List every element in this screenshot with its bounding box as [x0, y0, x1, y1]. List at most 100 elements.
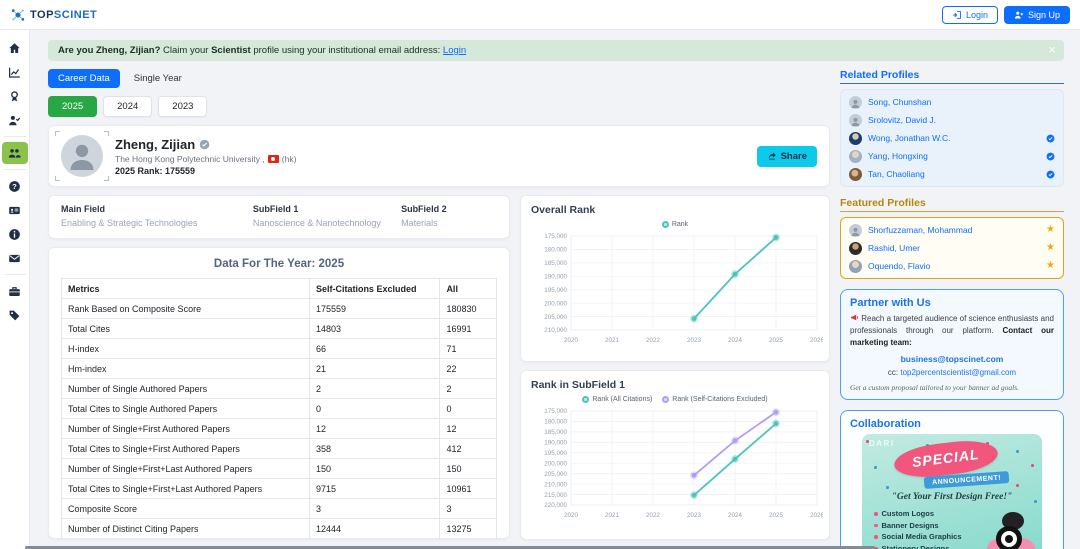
svg-text:2023: 2023	[687, 337, 702, 344]
profile-list-item[interactable]: Yang, Hongxing	[847, 147, 1057, 165]
login-button[interactable]: Login	[941, 5, 998, 24]
alert-close-icon[interactable]: ×	[1048, 43, 1056, 56]
svg-text:200,000: 200,000	[544, 460, 567, 467]
partner-cc-email-link[interactable]: top2percentscientist@gmail.com	[900, 368, 1016, 377]
avatar-photo	[849, 149, 862, 163]
svg-text:185,000: 185,000	[544, 429, 567, 436]
topscinet-logo[interactable]: TOPSCINET	[10, 7, 97, 23]
profile-list-item[interactable]: Song, Chunshan	[847, 93, 1057, 111]
chart-svg: 175,000 180,000 185,000 190,000 195,000 200,0…	[544, 233, 824, 344]
table-title: Data For The Year: 2025	[213, 258, 345, 270]
partner-email-link[interactable]: business@topscinet.com	[850, 354, 1054, 364]
alert-login-link[interactable]: Login	[443, 45, 466, 56]
table-cell: 12444	[308, 518, 441, 538]
avatar-photo	[849, 131, 862, 145]
main-content: Are you Zheng, Zijian? Claim your Scient…	[30, 30, 1080, 549]
avatar-photo	[849, 259, 862, 273]
sidebar-item-medal[interactable]	[2, 85, 28, 107]
table-row: Number of Single Authored Papers 2 2	[61, 378, 497, 399]
svg-text:190,000: 190,000	[544, 440, 567, 447]
profile-list-item[interactable]: Shorfuzzaman, Mohammad ★	[847, 221, 1057, 239]
profile-link[interactable]: Oquendo, Flavio	[868, 261, 930, 271]
featured-profiles-heading: Featured Profiles	[840, 197, 1064, 212]
year-button-2023[interactable]: 2023	[158, 96, 208, 117]
svg-text:2026: 2026	[810, 512, 823, 519]
sidebar-item-envelope[interactable]	[2, 247, 28, 269]
top-header: TOPSCINET Login Sign Up	[0, 0, 1080, 30]
svg-text:2023: 2023	[687, 512, 702, 519]
login-arrow-icon	[952, 10, 961, 19]
ad-bullet: Banner Designs	[874, 520, 962, 532]
sidebar-item-info-circle[interactable]	[2, 223, 28, 245]
profile-list-item[interactable]: Oquendo, Flavio ★	[847, 257, 1057, 275]
sidebar-item-users-group[interactable]	[1, 142, 28, 164]
table-row: Total Cites to Single+First+Last Authore…	[61, 478, 497, 499]
year-button-2024[interactable]: 2024	[103, 96, 153, 117]
tab-single-year[interactable]: Single Year	[124, 69, 192, 88]
right-rail: Related Profiles Song, Chunshan Srolovitz…	[840, 69, 1064, 549]
sidebar-item-question-circle[interactable]: ?	[2, 175, 28, 197]
sidebar-item-tags[interactable]	[2, 304, 28, 326]
sidebar-item-user-check[interactable]	[2, 109, 28, 131]
sidebar-item-line-chart[interactable]	[2, 61, 28, 83]
table-cell: 16991	[439, 318, 497, 339]
field-label: SubField 2	[401, 204, 447, 214]
avatar-placeholder-icon	[849, 223, 862, 237]
profile-link[interactable]: Rashid, Umer	[868, 243, 920, 253]
svg-text:210,000: 210,000	[544, 327, 567, 334]
profile-list-item[interactable]: Srolovitz, David J.	[847, 111, 1057, 129]
person-silhouette-icon	[70, 144, 94, 171]
column-header: Metrics	[61, 278, 310, 299]
ad-quote: "Get Your First Design Free!"	[891, 492, 1013, 502]
legend-marker	[661, 220, 669, 228]
legend-item[interactable]: Rank	[661, 220, 689, 228]
profile-link[interactable]: Tan, Chaoliang	[868, 169, 925, 179]
collaboration-ad-banner[interactable]: DARI SPECIAL ANNOUNCEMENT! "Get Your Fir…	[862, 434, 1042, 549]
signup-button[interactable]: Sign Up	[1003, 5, 1070, 24]
profile-list-item[interactable]: Tan, Chaoliang	[847, 165, 1057, 183]
country-code: (hk)	[281, 153, 297, 164]
chart-plot[interactable]: 175,000 180,000 185,000 190,000 195,000 200,0…	[529, 405, 824, 536]
atom-network-icon	[11, 8, 25, 21]
collaboration-heading: Collaboration	[850, 418, 921, 430]
table-cell: 10961	[439, 478, 497, 499]
table-body: Rank Based on Composite Score 175559 18083…	[61, 298, 497, 538]
legend-label: Rank	[671, 220, 689, 228]
scientist-name: Zheng, Zijian	[115, 136, 196, 152]
verified-check-icon	[1046, 152, 1055, 161]
metrics-table-card: Data For The Year: 2025 Metrics Self-Cita…	[48, 247, 510, 539]
featured-star-icon: ★	[1046, 242, 1055, 253]
table-cell: H-index	[61, 338, 310, 359]
profile-list-item[interactable]: Wong, Jonathan W.C.	[847, 129, 1057, 147]
legend-item[interactable]: Rank (All Citations)	[582, 395, 652, 403]
table-cell: 150	[308, 458, 441, 479]
profile-link[interactable]: Yang, Hongxing	[868, 151, 928, 161]
ad-bullet: Social Media Graphics	[874, 531, 962, 543]
profile-link[interactable]: Srolovitz, David J.	[868, 115, 936, 125]
profile-link[interactable]: Shorfuzzaman, Mohammad	[868, 225, 972, 235]
sidebar-item-id-card[interactable]	[2, 199, 28, 221]
profile-link[interactable]: Wong, Jonathan W.C.	[868, 133, 951, 143]
sidebar-item-briefcase[interactable]	[2, 280, 28, 302]
svg-text:190,000: 190,000	[544, 273, 567, 280]
table-cell: 9715	[308, 478, 441, 499]
svg-text:210,000: 210,000	[544, 481, 567, 488]
table-cell: 412	[439, 438, 497, 459]
ad-bullet: Custom Logos	[874, 508, 962, 520]
legend-item[interactable]: Rank (Self-Citations Excluded)	[662, 395, 768, 403]
related-profiles-heading: Related Profiles	[840, 69, 1064, 84]
year-button-2025[interactable]: 2025	[48, 96, 98, 117]
table-cell: 175559	[308, 298, 441, 319]
share-button[interactable]: Share	[756, 145, 817, 167]
profile-list-item[interactable]: Rashid, Umer ★	[847, 239, 1057, 257]
table-cell: 3	[308, 498, 441, 519]
field-item: SubField 2 Materials	[401, 204, 497, 228]
field-label: SubField 1	[252, 204, 299, 214]
table-row: Hm-index 21 22	[61, 358, 497, 379]
chart-plot[interactable]: 175,000 180,000 185,000 190,000 195,000 200,0…	[529, 230, 824, 361]
sidebar-item-home[interactable]	[2, 37, 28, 59]
svg-text:2021: 2021	[605, 512, 620, 519]
table-row: H-index 66 71	[61, 338, 497, 359]
tab-career-data[interactable]: Career Data	[48, 69, 120, 88]
profile-link[interactable]: Song, Chunshan	[868, 97, 931, 107]
